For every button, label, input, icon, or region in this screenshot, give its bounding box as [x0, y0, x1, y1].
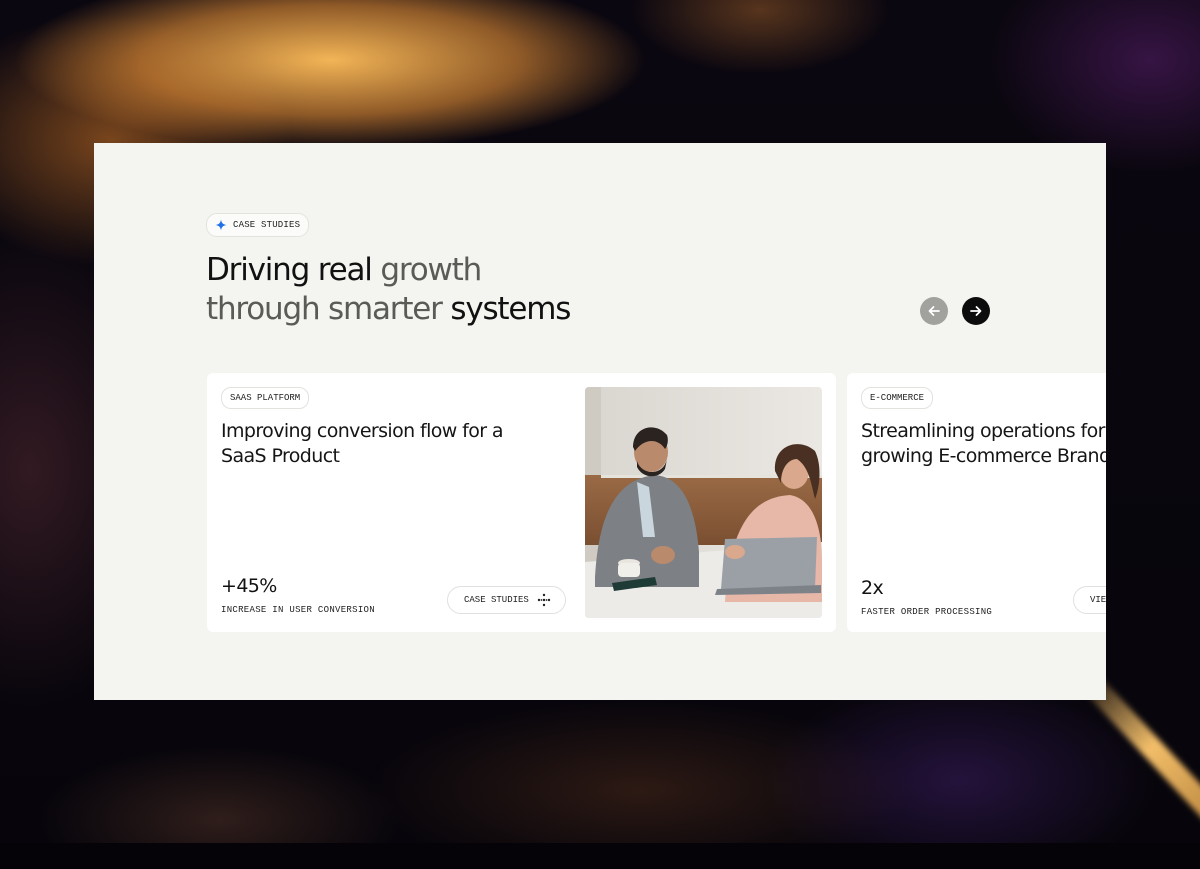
headline-part-3: through smarter — [206, 291, 443, 327]
business-meeting-photo — [585, 387, 822, 618]
case-study-title-line-2: growing E-commerce Brand — [861, 445, 1106, 467]
headline-part-4: systems — [441, 291, 571, 327]
arrow-right-icon — [970, 306, 982, 316]
section-headline: Driving real growth through smarter syst… — [206, 251, 571, 329]
case-studies-button[interactable]: CASE STUDIES — [447, 586, 566, 614]
arrow-left-icon — [928, 306, 940, 316]
view-button[interactable]: VIEW — [1073, 586, 1106, 614]
headline-part-1: Driving real — [206, 252, 373, 288]
headline-part-2: growth — [371, 252, 482, 288]
section-eyebrow-label: CASE STUDIES — [233, 220, 301, 230]
category-tag: SAAS PLATFORM — [221, 387, 310, 409]
stat-value: +45% — [221, 575, 277, 597]
case-study-card[interactable]: SAAS PLATFORM Improving conversion flow … — [207, 373, 836, 632]
category-tag: E-COMMERCE — [861, 387, 934, 409]
section-eyebrow-badge: CASE STUDIES — [206, 213, 310, 237]
grid-dots-icon — [537, 593, 551, 607]
carousel-next-button[interactable] — [962, 297, 990, 325]
case-study-title: Streamlining operations for growing E-co… — [861, 419, 1106, 469]
view-button-label: VIEW — [1090, 595, 1106, 605]
case-study-card[interactable]: E-COMMERCE Streamlining operations for g… — [847, 373, 1106, 632]
stat-value: 2x — [861, 577, 884, 599]
case-study-title-line-1: Streamlining operations for — [861, 420, 1105, 442]
case-study-title: Improving conversion flow for a SaaS Pro… — [221, 420, 504, 467]
case-studies-section: CASE STUDIES Driving real growth through… — [94, 143, 1106, 700]
carousel-prev-button[interactable] — [920, 297, 948, 325]
stat-label: INCREASE IN USER CONVERSION — [221, 605, 375, 615]
sparkle-icon — [215, 219, 227, 231]
case-studies-button-label: CASE STUDIES — [464, 595, 529, 605]
stat-label: FASTER ORDER PROCESSING — [861, 607, 993, 617]
